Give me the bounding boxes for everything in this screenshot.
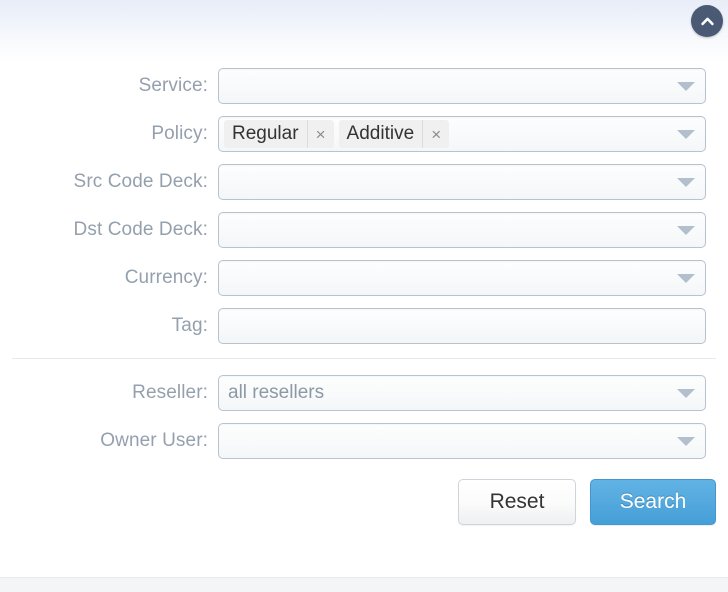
field-wrap-owner-user	[218, 423, 706, 459]
field-wrap-src-code-deck	[218, 164, 706, 200]
owner-user-select[interactable]	[218, 423, 706, 459]
label-owner-user: Owner User:	[100, 430, 208, 451]
panel-footer-strip	[0, 577, 728, 592]
panel-header-gradient	[0, 0, 728, 62]
field-wrap-policy: Regular × Additive ×	[218, 116, 706, 152]
label-policy: Policy:	[151, 123, 208, 144]
policy-token-list: Regular × Additive ×	[219, 120, 450, 148]
reseller-select-value: all resellers	[228, 382, 325, 403]
chevron-down-icon	[677, 178, 695, 187]
field-wrap-currency	[218, 260, 706, 296]
form-row-currency: Currency:	[0, 254, 728, 302]
form-row-owner-user: Owner User:	[0, 417, 728, 465]
service-select[interactable]	[218, 68, 706, 104]
label-currency: Currency:	[124, 267, 208, 288]
form-row-service: Service:	[0, 62, 728, 110]
form-row-dst-code-deck: Dst Code Deck:	[0, 206, 728, 254]
reseller-select[interactable]: all resellers	[218, 375, 706, 411]
form-row-src-code-deck: Src Code Deck:	[0, 158, 728, 206]
section-divider	[12, 358, 716, 359]
label-tag: Tag:	[171, 315, 208, 336]
reset-button[interactable]: Reset	[458, 479, 576, 525]
chevron-down-icon	[677, 437, 695, 446]
chevron-down-icon	[677, 226, 695, 235]
chevron-down-icon	[677, 389, 695, 398]
chevron-down-icon	[677, 130, 695, 139]
collapse-panel-button[interactable]	[691, 5, 723, 37]
policy-token-label: Additive	[346, 123, 415, 144]
search-filter-panel: Service: Policy: Regular × Additive × Sr…	[0, 0, 728, 592]
chevron-up-icon	[699, 13, 716, 30]
close-icon[interactable]: ×	[306, 120, 334, 148]
currency-select[interactable]	[218, 260, 706, 296]
field-wrap-dst-code-deck	[218, 212, 706, 248]
policy-token-label: Regular	[232, 123, 299, 144]
label-service: Service:	[138, 75, 208, 96]
form-row-policy: Policy: Regular × Additive ×	[0, 110, 728, 158]
filter-form: Service: Policy: Regular × Additive × Sr…	[0, 62, 728, 525]
chevron-down-icon	[677, 274, 695, 283]
search-button[interactable]: Search	[590, 479, 716, 525]
policy-multiselect[interactable]: Regular × Additive ×	[218, 116, 706, 152]
form-row-tag: Tag:	[0, 302, 728, 350]
dst-code-deck-select[interactable]	[218, 212, 706, 248]
label-dst-code-deck: Dst Code Deck:	[73, 219, 208, 240]
policy-token-additive: Additive ×	[338, 120, 450, 148]
field-wrap-reseller: all resellers	[218, 375, 706, 411]
label-src-code-deck: Src Code Deck:	[73, 171, 208, 192]
policy-token-regular: Regular ×	[224, 120, 334, 148]
field-wrap-service	[218, 68, 706, 104]
form-actions: Reset Search	[0, 465, 728, 525]
chevron-down-icon	[677, 82, 695, 91]
label-reseller: Reseller:	[132, 382, 208, 403]
close-icon[interactable]: ×	[422, 120, 449, 148]
form-row-reseller: Reseller: all resellers	[0, 369, 728, 417]
src-code-deck-select[interactable]	[218, 164, 706, 200]
field-wrap-tag	[218, 308, 706, 344]
tag-input[interactable]	[218, 308, 706, 344]
